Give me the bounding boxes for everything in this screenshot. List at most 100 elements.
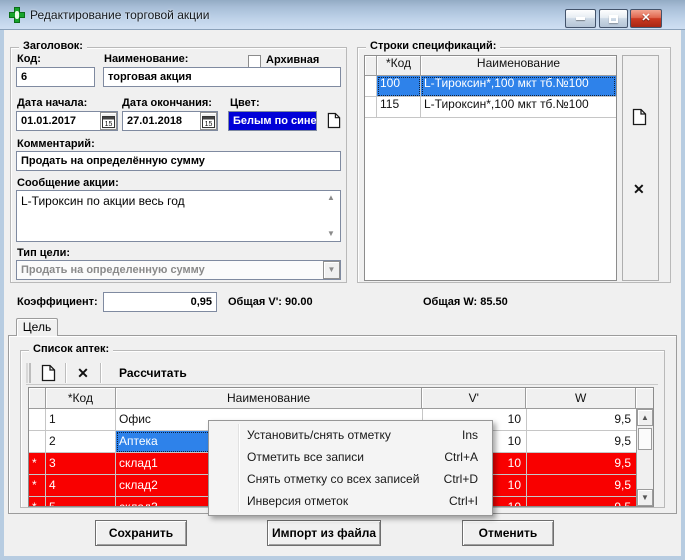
spec-cell-code[interactable]: 115 <box>377 97 421 118</box>
add-spec-button[interactable] <box>632 108 647 131</box>
blank-page-icon <box>41 364 56 382</box>
spec-table-header: *Код Наименование <box>365 56 616 76</box>
menu-item-toggle-mark[interactable]: Установить/снять отметку Ins <box>209 424 492 446</box>
code-label: Код: <box>17 53 41 65</box>
grid-header-name[interactable]: Наименование <box>116 388 423 409</box>
spec-group-title: Строки спецификаций: <box>366 40 500 52</box>
name-label: Наименование: <box>104 53 188 65</box>
tab-goal[interactable]: Цель <box>16 318 58 336</box>
pharmacy-group-title: Список аптек: <box>29 343 113 355</box>
spec-row[interactable]: 115 L-Тироксин*,100 мкт тб.№100 <box>365 97 616 118</box>
message-scroll-up-icon[interactable]: ▲ <box>327 194 335 202</box>
grid-cell-w[interactable]: 9,5 <box>527 475 637 497</box>
blank-page-icon <box>327 112 341 129</box>
menu-item-label: Установить/снять отметку <box>247 428 391 442</box>
scroll-up-icon: ▲ <box>641 414 649 422</box>
grid-cell-code[interactable]: 3 <box>46 453 116 475</box>
date-start-calendar-button[interactable]: 15 <box>100 112 117 130</box>
menu-item-shortcut: Ctrl+I <box>449 490 478 512</box>
grid-header-code[interactable]: *Код <box>46 388 116 409</box>
maximize-button[interactable] <box>599 9 628 28</box>
spec-row[interactable]: 100 L-Тироксин*,100 мкт тб.№100 <box>365 76 616 97</box>
calendar-icon: 15 <box>202 115 215 128</box>
color-pick-button[interactable] <box>325 111 342 130</box>
calculate-button[interactable]: Рассчитать <box>107 366 187 380</box>
svg-text:15: 15 <box>205 121 213 128</box>
date-start-label: Дата начала: <box>17 97 87 109</box>
grid-cell-code[interactable]: 1 <box>46 409 116 431</box>
archive-label: Архивная <box>266 54 319 66</box>
cancel-button[interactable]: Отменить <box>462 520 554 546</box>
grid-cell-code[interactable]: 2 <box>46 431 116 453</box>
spec-table: *Код Наименование 100 L-Тироксин*,100 мк… <box>364 55 617 281</box>
window-title: Редактирование торговой акции <box>30 8 209 22</box>
menu-item-unmark-all[interactable]: Снять отметку со всех записей Ctrl+D <box>209 468 492 490</box>
context-menu: Установить/снять отметку Ins Отметить вс… <box>208 420 493 516</box>
minimize-icon <box>576 17 585 20</box>
goal-type-dropdown-button: ▼ <box>323 261 340 279</box>
delete-spec-button[interactable]: ✕ <box>633 181 645 199</box>
grid-header-v[interactable]: V' <box>422 388 526 409</box>
menu-item-invert-marks[interactable]: Инверсия отметок Ctrl+I <box>209 490 492 512</box>
scroll-up-button[interactable]: ▲ <box>637 409 653 426</box>
cross-x-icon: ✕ <box>77 366 89 380</box>
minimize-button[interactable] <box>565 9 596 28</box>
grid-cell-code[interactable]: 5 <box>46 497 116 507</box>
message-scroll-down-icon[interactable]: ▼ <box>327 230 335 238</box>
titlebar[interactable]: Редактирование торговой акции ✕ <box>0 0 685 30</box>
spec-cell-code[interactable]: 100 <box>377 76 421 97</box>
message-label: Сообщение акции: <box>17 177 119 189</box>
menu-item-mark-all[interactable]: Отметить все записи Ctrl+A <box>209 446 492 468</box>
menu-item-shortcut: Ctrl+D <box>444 468 478 490</box>
goal-type-combobox[interactable]: Продать на определенную сумму <box>16 260 341 280</box>
dialog-window: Редактирование торговой акции ✕ Заголово… <box>0 0 685 560</box>
scroll-thumb[interactable] <box>638 428 652 450</box>
grid-cell-code[interactable]: 4 <box>46 475 116 497</box>
menu-item-label: Отметить все записи <box>247 450 364 464</box>
spec-header-name[interactable]: Наименование <box>421 56 616 76</box>
grid-cell-marker: * <box>29 475 46 497</box>
total-v-text: Общая V': 90.00 <box>228 296 313 308</box>
name-input[interactable]: торговая акция <box>103 67 341 87</box>
header-group-title: Заголовок: <box>19 40 87 52</box>
coefficient-input[interactable]: 0,95 <box>103 292 217 312</box>
code-input[interactable]: 6 <box>16 67 95 87</box>
message-textarea[interactable]: L-Тироксин по акции весь год <box>16 190 341 242</box>
toolbar-separator <box>65 363 66 383</box>
menu-item-shortcut: Ins <box>462 424 478 446</box>
spec-side-toolbar: ✕ <box>622 55 659 281</box>
menu-item-label: Снять отметку со всех записей <box>247 472 419 486</box>
color-field[interactable]: Белым по синему <box>228 111 317 131</box>
grid-header-marker <box>29 388 46 409</box>
pharmacy-cross-icon <box>9 7 25 23</box>
grid-cell-marker: * <box>29 497 46 507</box>
goal-type-label: Тип цели: <box>17 247 70 259</box>
pharmacy-toolbar: ✕ Рассчитать <box>26 362 658 385</box>
spec-cell-name[interactable]: L-Тироксин*,100 мкт тб.№100 <box>421 97 616 118</box>
spec-header-code[interactable]: *Код <box>377 56 421 76</box>
grid-cell-w[interactable]: 9,5 <box>527 453 637 475</box>
delete-row-button[interactable]: ✕ <box>72 366 94 380</box>
grid-cell-w[interactable]: 9,5 <box>527 497 637 507</box>
grid-vertical-scrollbar[interactable]: ▲ ▼ <box>636 409 653 506</box>
save-button[interactable]: Сохранить <box>95 520 187 546</box>
grid-cell-w[interactable]: 9,5 <box>527 431 637 453</box>
grid-cell-w[interactable]: 9,5 <box>527 409 637 431</box>
spec-header-marker <box>365 56 377 76</box>
spec-cell-name[interactable]: L-Тироксин*,100 мкт тб.№100 <box>421 76 616 97</box>
import-from-file-button[interactable]: Импорт из файла <box>267 520 381 546</box>
chevron-down-icon: ▼ <box>328 266 336 274</box>
svg-text:15: 15 <box>105 121 113 128</box>
maximize-icon <box>609 15 618 23</box>
menu-item-shortcut: Ctrl+A <box>444 446 478 468</box>
add-row-button[interactable] <box>37 364 59 382</box>
scroll-down-button[interactable]: ▼ <box>637 489 653 506</box>
date-end-label: Дата окончания: <box>122 97 212 109</box>
close-icon: ✕ <box>641 13 650 24</box>
toolbar-separator <box>100 363 101 383</box>
comment-input[interactable]: Продать на определённую сумму <box>16 151 341 171</box>
close-button[interactable]: ✕ <box>630 9 662 28</box>
grid-header-w[interactable]: W <box>526 388 636 409</box>
date-end-calendar-button[interactable]: 15 <box>200 112 217 130</box>
blank-page-icon <box>632 108 647 126</box>
